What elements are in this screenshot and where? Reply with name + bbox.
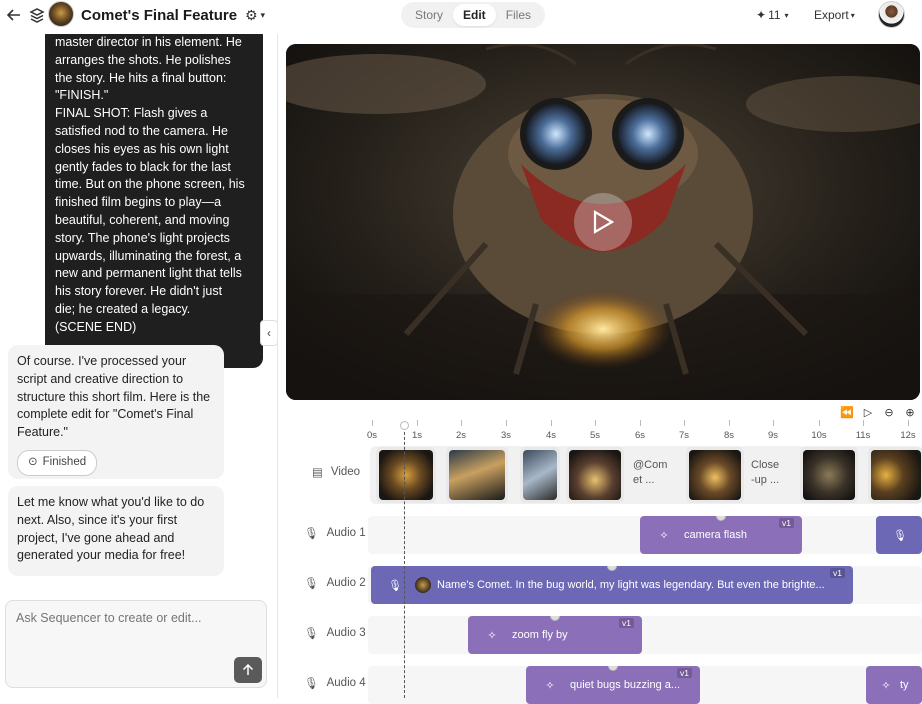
export-label: Export <box>814 8 849 22</box>
sparkle-icon: ✦ <box>756 8 767 22</box>
credits-button[interactable]: ✦ 11 ▾ <box>756 8 789 22</box>
status-chip[interactable]: ⊙ Finished <box>17 449 98 476</box>
video-preview[interactable] <box>286 44 920 400</box>
ruler-label: 5s <box>589 430 601 441</box>
tab-edit[interactable]: Edit <box>453 4 496 26</box>
ruler-label: 0s <box>366 430 378 441</box>
arrow-up-icon <box>242 664 254 675</box>
chevron-down-icon: ▾ <box>850 10 855 20</box>
track-label-audio-2: 🎙 Audio 2 <box>304 577 366 590</box>
audio-clip-partial[interactable]: ✧ ty <box>866 666 922 704</box>
chat-panel: master director in his element. He arran… <box>0 34 278 698</box>
top-bar: Comet's Final Feature ⚙ ▾ Story Edit File… <box>0 0 922 32</box>
video-clip[interactable] <box>800 447 858 503</box>
microphone-icon: 🎙 <box>304 578 319 590</box>
send-button[interactable] <box>234 657 262 683</box>
user-avatar[interactable] <box>878 1 905 28</box>
tab-files[interactable]: Files <box>496 4 541 26</box>
ruler-label: 11s <box>855 430 871 441</box>
playhead-handle[interactable] <box>400 421 409 430</box>
audio-clip-label: zoom fly by <box>512 629 568 641</box>
zoom-out-icon[interactable]: ⊖ <box>880 403 898 421</box>
audio-clip-quiet-bugs[interactable]: ✧ quiet bugs buzzing a... v1 <box>526 666 700 704</box>
assistant-message: Of course. I've processed your script an… <box>8 345 224 479</box>
video-clip[interactable] <box>376 447 436 503</box>
credits-count: 11 <box>768 8 781 22</box>
ruler-label: 12s <box>900 430 916 441</box>
status-chip-label: Finished <box>42 455 87 468</box>
assistant-message-text: Of course. I've processed your script an… <box>17 354 211 440</box>
chevron-left-icon: ‹ <box>267 326 271 340</box>
ruler-label: 1s <box>411 430 423 441</box>
microphone-icon: 🎙 <box>893 529 907 542</box>
audio-track-3 <box>368 616 922 654</box>
rewind-icon[interactable]: ⏪ <box>838 403 856 421</box>
layers-logo-icon <box>28 6 46 24</box>
video-clip[interactable] <box>868 447 922 503</box>
audio-clip-label: quiet bugs buzzing a... <box>570 679 681 691</box>
sparkle-icon: ✧ <box>659 529 669 542</box>
check-circle-icon: ⊙ <box>28 455 38 468</box>
version-badge: v1 <box>677 668 692 678</box>
play-small-icon[interactable]: ▷ <box>859 403 877 421</box>
audio-clip-partial[interactable]: 🎙 <box>876 516 922 554</box>
ruler-label: 2s <box>455 430 467 441</box>
play-icon <box>593 210 614 234</box>
assistant-message-text: Let me know what you'd like to do next. … <box>17 495 205 563</box>
track-label-audio-1: 🎙 Audio 1 <box>304 527 366 540</box>
ruler-label: 6s <box>634 430 646 441</box>
track-label-video: ▤ Video <box>312 466 361 479</box>
microphone-icon: 🎙 <box>304 628 319 640</box>
version-badge: v1 <box>619 618 634 628</box>
project-avatar[interactable] <box>48 1 74 27</box>
script-message: master director in his element. He arran… <box>45 34 263 368</box>
audio-clip-label: camera flash <box>684 529 747 541</box>
zoom-in-icon[interactable]: ⊕ <box>901 403 919 421</box>
back-arrow-icon[interactable] <box>6 7 22 23</box>
video-clip[interactable] <box>446 447 508 503</box>
film-icon: ▤ <box>312 467 323 479</box>
audio-clip-label: ty <box>900 679 909 691</box>
chevron-down-icon: ▾ <box>784 10 789 20</box>
ruler-label: 7s <box>678 430 690 441</box>
ruler-label: 9s <box>767 430 779 441</box>
timeline-ruler[interactable]: 0s 1s 2s 3s 4s 5s 6s 7s 8s 9s 10s 11s 12… <box>366 420 922 442</box>
video-clip[interactable] <box>686 447 744 503</box>
sparkle-icon: ✧ <box>881 679 891 692</box>
audio-clip-narration[interactable]: 🎙 Name's Comet. In the bug world, my lig… <box>371 566 853 604</box>
ruler-label: 3s <box>500 430 512 441</box>
assistant-message: Let me know what you'd like to do next. … <box>8 486 224 576</box>
sparkle-icon: ✧ <box>545 679 555 692</box>
chat-input-box <box>5 600 267 688</box>
video-track: @Com et ... Close -up ... <box>370 446 922 504</box>
ruler-label: 4s <box>545 430 557 441</box>
chat-input[interactable] <box>16 611 256 625</box>
audio-clip-camera-flash[interactable]: ✧ camera flash v1 <box>640 516 802 554</box>
microphone-icon: 🎙 <box>388 579 402 592</box>
narrator-avatar <box>415 577 431 593</box>
version-badge: v1 <box>779 518 794 528</box>
export-button[interactable]: Export ▾ <box>814 8 855 22</box>
video-clip[interactable] <box>520 447 560 503</box>
collapse-panel-button[interactable]: ‹ <box>260 320 277 346</box>
playhead[interactable] <box>404 422 405 698</box>
ruler-label: 10s <box>811 430 827 441</box>
track-label-audio-4: 🎙 Audio 4 <box>304 677 366 690</box>
play-button[interactable] <box>574 193 632 251</box>
view-tabs: Story Edit Files <box>401 2 546 28</box>
audio-clip-label: Name's Comet. In the bug world, my light… <box>437 579 825 591</box>
microphone-icon: 🎙 <box>304 678 319 690</box>
sparkle-icon: ✧ <box>487 629 497 642</box>
microphone-icon: 🎙 <box>304 528 319 540</box>
version-badge: v1 <box>830 568 845 578</box>
video-clip[interactable] <box>566 447 624 503</box>
video-clip-label[interactable]: @Com et ... <box>633 458 667 488</box>
tab-story[interactable]: Story <box>405 4 453 26</box>
ruler-label: 8s <box>723 430 735 441</box>
video-clip-label[interactable]: Close -up ... <box>751 458 779 488</box>
audio-clip-zoom-fly-by[interactable]: ✧ zoom fly by v1 <box>468 616 642 654</box>
project-title[interactable]: Comet's Final Feature <box>81 7 237 24</box>
gear-icon[interactable]: ⚙ ▾ <box>242 7 268 23</box>
track-label-audio-3: 🎙 Audio 3 <box>304 627 366 640</box>
